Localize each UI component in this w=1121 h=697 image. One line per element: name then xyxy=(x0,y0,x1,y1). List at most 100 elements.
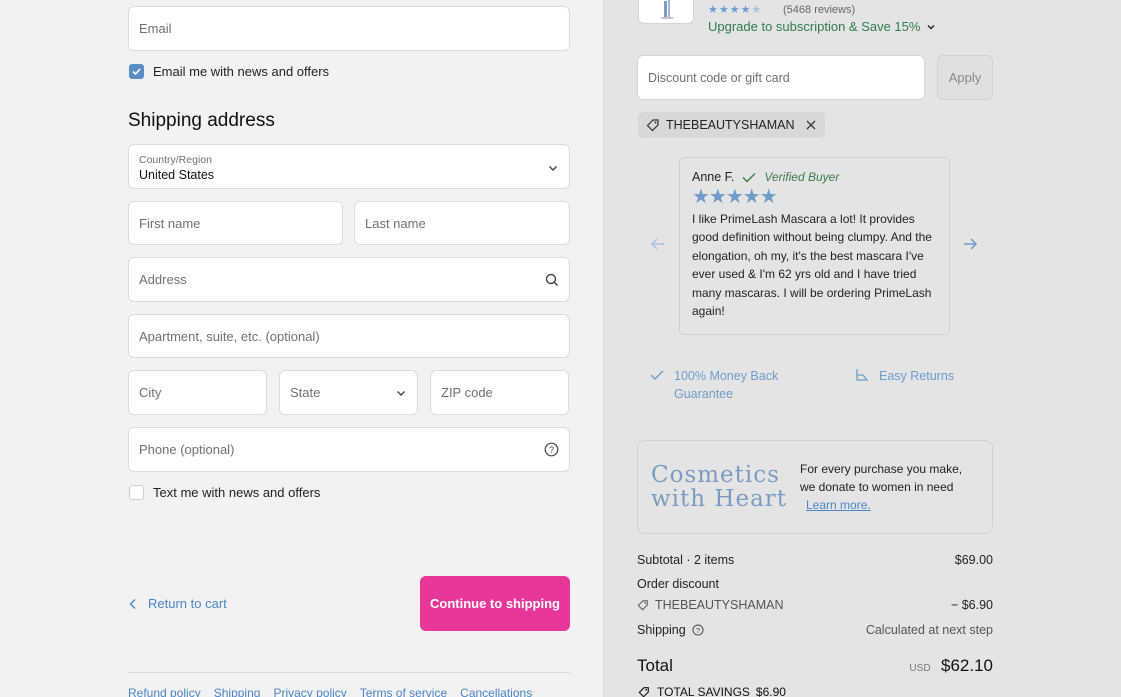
carousel-prev-arrow-icon[interactable] xyxy=(650,235,666,256)
checkout-form-panel: Email Email me with news and offers Ship… xyxy=(0,0,603,697)
upgrade-label: Upgrade to subscription & Save 15% xyxy=(708,19,921,34)
footer-link-terms-of-service[interactable]: Terms of service xyxy=(360,686,447,697)
return-to-cart-link[interactable]: Return to cart xyxy=(128,596,227,611)
currency-code: USD xyxy=(909,663,931,674)
order-discount-label: Order discount xyxy=(637,577,719,591)
city-placeholder: City xyxy=(139,385,162,400)
product-rating-stars: ★★★★★ xyxy=(708,4,763,16)
easy-returns-label: Easy Returns xyxy=(879,369,955,383)
savings-label: TOTAL SAVINGS xyxy=(657,685,750,697)
svg-text:?: ? xyxy=(549,445,554,455)
order-discount-row: Order discount xyxy=(637,577,993,591)
applied-code-label: THEBEAUTYSHAMAN xyxy=(666,118,795,132)
discount-value: − $6.90 xyxy=(950,598,993,612)
tag-icon xyxy=(637,600,648,611)
email-placeholder: Email xyxy=(139,21,172,36)
footer-link-refund-policy[interactable]: Refund policy xyxy=(128,686,201,697)
first-name-field[interactable]: First name xyxy=(128,201,343,245)
mascara-image xyxy=(661,0,673,19)
total-value: $62.10 xyxy=(941,656,993,675)
svg-text:?: ? xyxy=(696,626,700,635)
shipping-label: Shipping xyxy=(637,623,686,637)
check-icon xyxy=(650,370,664,380)
shipping-row: Shipping ? Calculated at next step xyxy=(637,623,993,637)
summary-discount-code: THEBEAUTYSHAMAN xyxy=(655,598,784,612)
return-to-cart-label: Return to cart xyxy=(148,596,227,611)
product-thumbnail xyxy=(638,0,694,24)
discount-placeholder: Discount code or gift card xyxy=(648,70,790,85)
review-count: (5468 reviews) xyxy=(783,4,856,16)
email-news-checkbox[interactable] xyxy=(129,64,144,79)
review-stars: ★★★★★ xyxy=(692,186,778,208)
country-select[interactable]: Country/Region United States xyxy=(128,144,570,189)
applied-discount-tag: THEBEAUTYSHAMAN xyxy=(638,112,825,138)
chevron-left-icon xyxy=(129,598,136,609)
checkmark-icon xyxy=(132,68,141,76)
help-icon[interactable]: ? xyxy=(692,624,704,636)
email-news-label: Email me with news and offers xyxy=(153,64,330,79)
state-select[interactable]: State xyxy=(279,370,418,415)
chevron-down-icon xyxy=(927,24,935,29)
return-box-icon xyxy=(856,369,869,381)
address-field[interactable]: Address xyxy=(128,257,570,302)
carousel-next-arrow-icon[interactable] xyxy=(962,235,978,256)
cosmetics-title-line2: with Heart xyxy=(651,486,788,512)
order-summary-panel: ★★★★★ (5468 reviews) Upgrade to subscrip… xyxy=(603,0,1121,697)
easy-returns: Easy Returns xyxy=(855,367,954,385)
cosmetics-title-line1: Cosmetics xyxy=(651,462,780,488)
address-placeholder: Address xyxy=(139,272,187,287)
money-back-line1: 100% Money Back xyxy=(674,369,779,383)
upgrade-subscription-dropdown[interactable]: Upgrade to subscription & Save 15% xyxy=(708,19,936,34)
chevron-down-icon xyxy=(547,162,559,174)
chevron-down-icon xyxy=(395,387,407,399)
cosmetics-with-heart-banner: Cosmetics with Heart For every purchase … xyxy=(637,440,993,534)
verified-buyer-label: Verified Buyer xyxy=(764,170,840,184)
discount-code-input[interactable]: Discount code or gift card xyxy=(637,55,925,100)
search-icon[interactable] xyxy=(545,273,559,287)
apartment-field[interactable]: Apartment, suite, etc. (optional) xyxy=(128,314,570,358)
learn-more-link[interactable]: Learn more. xyxy=(806,498,871,512)
remove-discount-icon[interactable] xyxy=(805,119,817,131)
apartment-placeholder: Apartment, suite, etc. (optional) xyxy=(139,328,320,344)
money-back-line2: Guarantee xyxy=(674,387,734,401)
tag-icon xyxy=(638,687,649,697)
review-text: I like PrimeLash Mascara a lot! It provi… xyxy=(692,212,932,319)
last-name-field[interactable]: Last name xyxy=(354,201,570,245)
subtotal-row: Subtotal · 2 items $69.00 xyxy=(637,553,993,567)
continue-to-shipping-label: Continue to shipping xyxy=(430,596,560,611)
cosmetics-text: For every purchase you make, we donate t… xyxy=(800,462,963,494)
phone-field[interactable]: Phone (optional) ? xyxy=(128,427,570,472)
apply-discount-button[interactable]: Apply xyxy=(937,55,993,100)
subtotal-label: Subtotal · 2 items xyxy=(637,553,735,567)
policy-footer: Refund policy Shipping Privacy policy Te… xyxy=(128,672,570,697)
text-news-checkbox[interactable] xyxy=(129,485,144,500)
total-row: Total USD $62.10 xyxy=(637,656,993,676)
email-field[interactable]: Email xyxy=(128,6,570,51)
country-value: United States xyxy=(139,167,215,182)
shipping-value: Calculated at next step xyxy=(865,623,993,637)
phone-placeholder: Phone (optional) xyxy=(139,442,235,457)
continue-to-shipping-button[interactable]: Continue to shipping xyxy=(420,576,570,631)
footer-link-cancellations[interactable]: Cancellations xyxy=(460,686,532,697)
zip-placeholder: ZIP code xyxy=(441,385,493,400)
country-label: Country/Region xyxy=(139,153,212,166)
footer-link-privacy-policy[interactable]: Privacy policy xyxy=(273,686,346,697)
subtotal-value: $69.00 xyxy=(954,553,993,567)
cosmetics-title: Cosmetics with Heart xyxy=(651,463,787,511)
state-placeholder: State xyxy=(290,385,321,400)
last-name-placeholder: Last name xyxy=(365,215,426,231)
tag-icon xyxy=(646,119,659,132)
reviewer-name: Anne F. xyxy=(692,170,735,184)
shipping-address-heading: Shipping address xyxy=(128,110,275,131)
city-field[interactable]: City xyxy=(128,370,267,415)
verified-check-icon xyxy=(742,172,756,182)
money-back-guarantee: 100% Money Back Guarantee xyxy=(650,367,778,403)
discount-code-row: THEBEAUTYSHAMAN − $6.90 xyxy=(637,598,993,612)
first-name-placeholder: First name xyxy=(139,215,201,231)
total-savings: TOTAL SAVINGS $6.90 xyxy=(637,685,786,697)
total-label: Total xyxy=(637,656,673,675)
footer-link-shipping[interactable]: Shipping xyxy=(214,686,261,697)
help-icon[interactable]: ? xyxy=(544,442,559,457)
review-card: Anne F. Verified Buyer ★★★★★ I like Prim… xyxy=(679,157,950,335)
zip-code-field[interactable]: ZIP code xyxy=(430,370,569,415)
